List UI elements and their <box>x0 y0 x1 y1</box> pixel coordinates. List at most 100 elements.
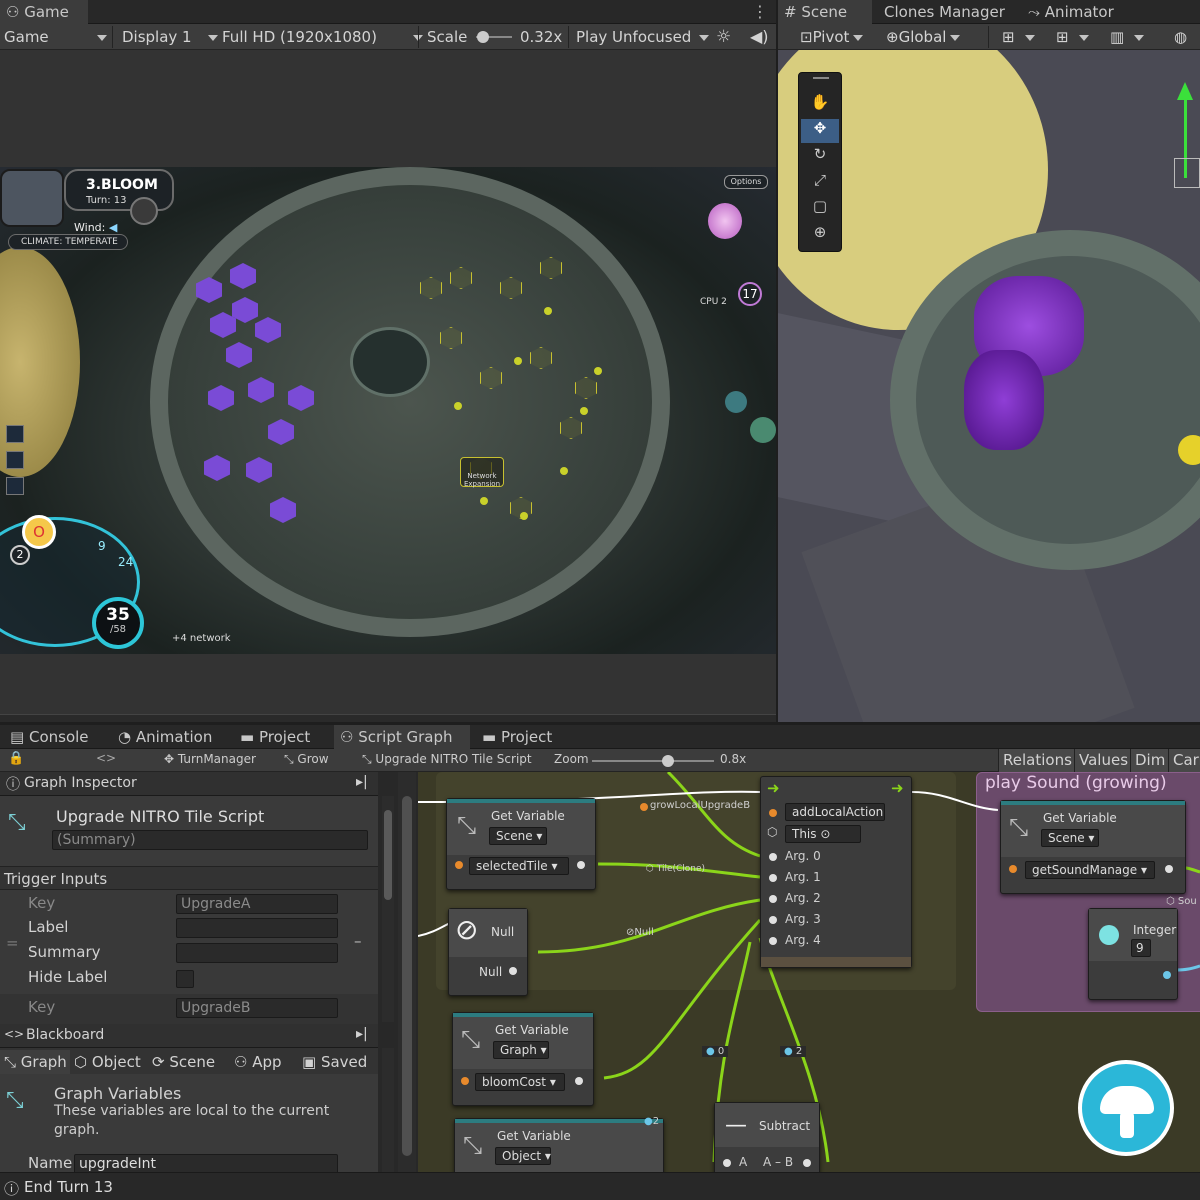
graph-canvas[interactable]: play Sound (growing) growLocalUpgradeB ⬡… <box>418 772 1200 1172</box>
tab-object-variables[interactable]: ⬡ Object <box>74 1050 141 1074</box>
scale-slider[interactable] <box>476 31 512 43</box>
hand-tool-icon[interactable]: ✋ <box>801 93 839 117</box>
variable-dropdown[interactable]: selectedTile ▾ <box>469 857 569 875</box>
scope-dropdown[interactable]: Object ▾ <box>495 1147 551 1165</box>
tab-saved-variables[interactable]: ▣ Saved <box>302 1050 367 1074</box>
tab-app-variables[interactable]: ⚇ App <box>234 1050 282 1074</box>
resolution-dropdown[interactable]: Full HD (1920x1080) <box>222 24 423 50</box>
game-mode-dropdown[interactable]: Game <box>4 24 108 50</box>
inspector-scrollbar[interactable] <box>382 796 394 1022</box>
view-gizmo[interactable] <box>1174 158 1200 188</box>
get-variable-node-4[interactable]: ⤡ Get Variable Scene ▾ getSoundManage ▾ <box>1000 800 1186 894</box>
dim-toggle[interactable]: Dim <box>1130 749 1170 772</box>
integer-value-field[interactable]: 9 <box>1131 939 1151 957</box>
scrollbar-thumb[interactable] <box>402 796 412 1156</box>
tab-scene-variables[interactable]: ⟳ Scene <box>152 1050 215 1074</box>
variable-dropdown[interactable]: bloomCost ▾ <box>475 1073 565 1091</box>
output-port[interactable] <box>575 1077 583 1085</box>
get-variable-node-2[interactable]: ⤡ Get Variable Graph ▾ bloomCost ▾ <box>452 1012 594 1106</box>
lock-icon[interactable]: 🔒 <box>8 751 24 766</box>
output-port[interactable] <box>803 1159 811 1167</box>
play-mode-dropdown[interactable]: Play Unfocused <box>576 24 710 50</box>
tool-icon[interactable] <box>6 451 24 469</box>
subtract-node[interactable]: — Subtract A A – B <box>714 1102 820 1172</box>
tab-scene[interactable]: # Scene <box>778 0 872 24</box>
audio-icon[interactable]: ◀) <box>750 24 769 50</box>
tab-console[interactable]: ▤ Console <box>4 725 95 749</box>
key-field-a[interactable]: UpgradeA <box>176 894 338 914</box>
grid-snap-icon[interactable]: ⊞ <box>1002 24 1035 50</box>
status-message[interactable]: End Turn 13 <box>24 1178 113 1196</box>
game-scrollbar[interactable] <box>0 714 776 722</box>
code-icon[interactable]: <> <box>96 751 116 765</box>
end-turn-button[interactable] <box>130 197 158 225</box>
zoom-slider[interactable] <box>592 755 714 767</box>
carry-toggle[interactable]: Carr <box>1168 749 1200 772</box>
tab-clones-manager[interactable]: Clones Manager <box>878 0 1011 24</box>
transform-tool-icon[interactable]: ⊕ <box>801 223 839 247</box>
method-name[interactable]: addLocalAction <box>785 803 885 821</box>
game-view[interactable]: Network Expansion 3.BLOOM Turn: 13 Wind:… <box>0 50 776 715</box>
rotate-tool-icon[interactable]: ↻ <box>801 145 839 169</box>
network-expansion-marker[interactable]: Network Expansion <box>460 457 504 488</box>
get-variable-node-3[interactable]: ⤡ Get Variable Object ▾ <box>454 1118 664 1172</box>
zoom-slider-handle[interactable] <box>661 755 674 767</box>
bug-icon[interactable]: ☼ <box>716 24 731 50</box>
tab-animator[interactable]: ⤳ Animator <box>1022 0 1120 24</box>
gizmo-y-arrow-icon[interactable] <box>1177 82 1193 100</box>
summary-field[interactable]: (Summary) <box>52 830 368 850</box>
tab-graph-variables[interactable]: ⤡ Graph <box>0 1050 70 1074</box>
game-render[interactable]: Network Expansion 3.BLOOM Turn: 13 Wind:… <box>0 167 776 654</box>
draw-mode-icon[interactable]: ◍ <box>1174 24 1187 50</box>
scope-dropdown[interactable]: Graph ▾ <box>493 1041 549 1059</box>
key-field-b[interactable]: UpgradeB <box>176 998 338 1018</box>
display-dropdown[interactable]: Display 1 <box>122 24 218 50</box>
tool-icon[interactable] <box>6 425 24 443</box>
scope-dropdown[interactable]: Scene ▾ <box>489 827 547 845</box>
label-field[interactable] <box>176 918 338 938</box>
tab-game[interactable]: ⚇ Game <box>0 0 88 24</box>
tab-animation[interactable]: ◔ Animation <box>112 725 218 749</box>
input-port[interactable] <box>723 1159 731 1167</box>
get-variable-node-1[interactable]: ⤡ Get Variable Scene ▾ selectedTile ▾ <box>446 798 596 890</box>
global-dropdown[interactable]: ⊕Global <box>886 24 961 50</box>
input-port[interactable] <box>769 937 777 945</box>
null-node[interactable]: ⊘ Null Null <box>448 908 528 996</box>
output-port[interactable] <box>1163 971 1171 979</box>
scope-dropdown[interactable]: Scene ▾ <box>1041 829 1099 847</box>
input-port[interactable] <box>769 874 777 882</box>
add-local-action-node[interactable]: ➜ ➜ addLocalAction ⬡ This ⊙ Arg. 0 Arg. … <box>760 776 912 968</box>
rect-tool-icon[interactable]: ▢ <box>801 197 839 221</box>
remove-icon[interactable]: – <box>354 932 362 950</box>
collapse-icon[interactable]: ▸| <box>356 1026 368 1042</box>
values-toggle[interactable]: Values <box>1074 749 1133 772</box>
minimap[interactable] <box>0 169 64 227</box>
ruler-icon[interactable]: ▥ <box>1110 24 1145 50</box>
input-port[interactable] <box>769 916 777 924</box>
tab-project[interactable]: ▬ Project <box>234 725 316 749</box>
variable-name-field[interactable]: upgradeInt <box>74 1154 338 1174</box>
output-port[interactable] <box>509 967 517 975</box>
output-port[interactable] <box>577 861 585 869</box>
tab-script-graph[interactable]: ⚇ Script Graph <box>334 725 470 749</box>
this-field[interactable]: This ⊙ <box>785 825 861 843</box>
variable-dropdown[interactable]: getSoundManage ▾ <box>1025 861 1155 879</box>
input-port[interactable] <box>769 853 777 861</box>
scale-slider-handle[interactable] <box>477 31 490 43</box>
relations-toggle[interactable]: Relations <box>998 749 1076 772</box>
drag-handle-icon[interactable]: = <box>6 934 19 952</box>
breadcrumb-grow[interactable]: ⤡ Grow <box>284 752 329 767</box>
breadcrumb-turn-manager[interactable]: ✥ TurnManager <box>164 752 256 766</box>
tool-icon[interactable] <box>6 477 24 495</box>
breadcrumb-upgrade[interactable]: ⤡ Upgrade NITRO Tile Script <box>362 752 532 767</box>
scene-view[interactable]: ✋ ✥ ↻ ⤢ ▢ ⊕ <box>778 50 1200 722</box>
options-button[interactable]: Options <box>724 175 768 189</box>
scale-tool-icon[interactable]: ⤢ <box>801 171 839 195</box>
drag-handle-icon[interactable] <box>813 77 829 79</box>
summary-input[interactable] <box>176 943 338 963</box>
input-port[interactable] <box>769 895 777 903</box>
snap-increment-icon[interactable]: ⊞ <box>1056 24 1089 50</box>
tab-project-2[interactable]: ▬ Project <box>476 725 558 749</box>
blackboard-scrollbar[interactable] <box>382 1048 394 1172</box>
collapse-icon[interactable]: ▸| <box>356 774 368 790</box>
